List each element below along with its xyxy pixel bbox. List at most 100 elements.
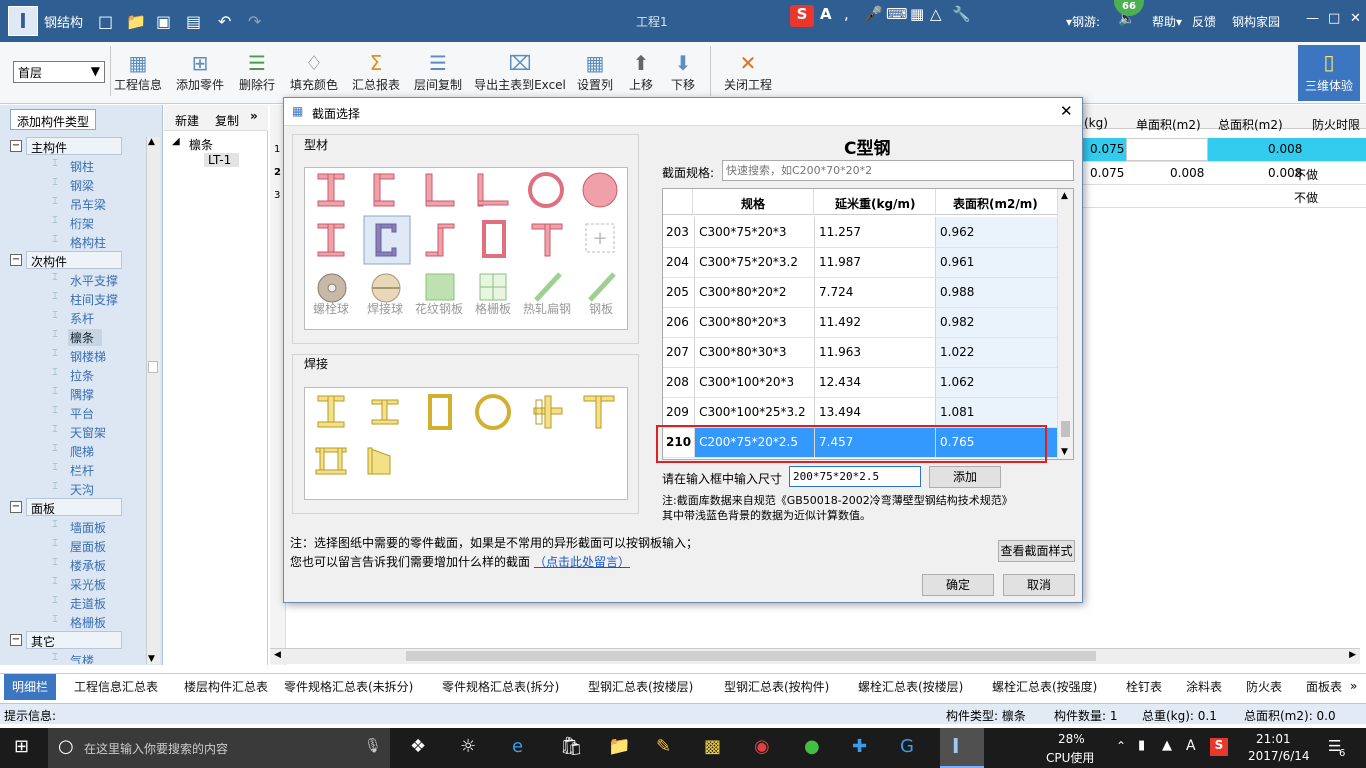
weld-tapered-shape[interactable]	[367, 447, 391, 475]
tree-root-purlin[interactable]: 檩条	[189, 136, 213, 153]
undo-icon[interactable]: ↶	[218, 12, 231, 31]
ok-button[interactable]: 确定	[922, 574, 994, 596]
wrench-icon[interactable]: 🔧	[952, 5, 971, 23]
store-icon[interactable]: 🛍	[560, 736, 583, 757]
collapse-icon[interactable]: −	[10, 634, 22, 646]
wifi-icon[interactable]: ▲	[1162, 738, 1172, 753]
custom-shape-add[interactable]: +	[585, 223, 615, 253]
tree-item[interactable]: ⌶ 拉条	[0, 365, 146, 384]
copy-button[interactable]: 复制	[215, 112, 239, 129]
steel-plate-shape[interactable]	[588, 272, 616, 302]
tree-item[interactable]: ⌶ 钢梁	[0, 175, 146, 194]
move-up-button[interactable]: ⬆ 上移	[624, 50, 658, 96]
delete-row-button[interactable]: ☰ 删除行	[236, 50, 278, 96]
tree-item[interactable]: ⌶ 走道板	[0, 593, 146, 612]
dialog-close-icon[interactable]: ✕	[1060, 102, 1073, 120]
tree-item[interactable]: ⌶ 隅撑	[0, 384, 146, 403]
scroll-down-icon[interactable]: ▼	[148, 654, 155, 664]
section-row[interactable]: 204 C300*75*20*3.2 11.987 0.961	[663, 247, 1059, 278]
new-button[interactable]: 新建	[175, 112, 199, 129]
collapse-icon[interactable]: −	[10, 254, 22, 266]
gangyou-menu[interactable]: ▾钢游:	[1066, 13, 1100, 30]
tree-item[interactable]: ⌶ 钢柱	[0, 156, 146, 175]
tree-category[interactable]: − 面板	[0, 498, 146, 517]
weld-i-shape[interactable]	[317, 395, 345, 428]
scroll-thumb[interactable]	[406, 651, 1096, 661]
leave-message-link[interactable]: （点击此处留言）	[534, 555, 630, 569]
col-header-area[interactable]: 表面积(m2/m)	[953, 195, 1038, 212]
t-steel-shape[interactable]	[531, 223, 563, 257]
windows-start-icon[interactable]: ⊞	[14, 736, 29, 757]
tree-item[interactable]: ⌶ 气楼	[0, 650, 146, 664]
grid-horizontal-scrollbar[interactable]: ◀ ▶	[270, 648, 1360, 664]
table-row[interactable]	[1082, 138, 1366, 161]
tree-item[interactable]: ⌶ 平台	[0, 403, 146, 422]
app-g-icon[interactable]: G	[900, 736, 914, 757]
tree-item[interactable]: ⌶ 吊车梁	[0, 194, 146, 213]
report-tab[interactable]: 面板表	[1298, 674, 1350, 700]
browser-360-icon[interactable]: ☼	[460, 736, 476, 757]
report-tab[interactable]: 工程信息汇总表	[66, 674, 166, 700]
file-explorer-icon[interactable]: 📁	[608, 736, 630, 757]
battery-icon[interactable]: ▮	[1138, 738, 1145, 753]
z-steel-shape[interactable]	[425, 223, 455, 257]
section-row[interactable]: 207 C300*80*30*3 11.963 1.022	[663, 337, 1059, 368]
report-tab[interactable]: 螺栓汇总表(按楼层)	[850, 674, 971, 700]
scroll-left-icon[interactable]: ◀	[274, 650, 281, 660]
section-table-scrollbar[interactable]: ▲ ▼	[1057, 189, 1073, 459]
save-icon[interactable]: ▣	[156, 12, 171, 31]
size-input[interactable]	[789, 466, 921, 487]
weld-h-shape[interactable]	[371, 399, 399, 425]
summary-report-button[interactable]: Σ 汇总报表	[350, 50, 402, 96]
collapse-icon[interactable]: ◢	[172, 136, 180, 147]
steel-app-taskbar-button[interactable]: I	[940, 728, 984, 768]
scroll-thumb[interactable]	[148, 361, 158, 373]
app-green-icon[interactable]: ●	[804, 736, 820, 757]
tree-item[interactable]: ⌶ 屋面板	[0, 536, 146, 555]
round-bar-shape[interactable]	[582, 172, 618, 208]
checker-plate-shape[interactable]	[425, 273, 455, 301]
c-steel-shape[interactable]	[363, 215, 411, 265]
tree-item[interactable]: ⌶ 天窗架	[0, 422, 146, 441]
i-beam-shape[interactable]	[317, 173, 345, 207]
tree-item[interactable]: ⌶ 栏杆	[0, 460, 146, 479]
report-tab[interactable]: 涂料表	[1178, 674, 1230, 700]
scroll-up-icon[interactable]: ▲	[1061, 191, 1068, 201]
scroll-thumb[interactable]	[1061, 421, 1070, 437]
flat-bar-shape[interactable]	[534, 272, 562, 302]
community-link[interactable]: 钢构家园	[1232, 13, 1280, 30]
rect-tube-shape[interactable]	[482, 220, 506, 258]
section-row[interactable]: 206 C300*80*20*3 11.492 0.982	[663, 307, 1059, 338]
mic-icon[interactable]: 🎤	[864, 5, 883, 23]
collapse-icon[interactable]: −	[10, 140, 22, 152]
scroll-up-icon[interactable]: ▲	[148, 137, 155, 147]
tree-item[interactable]: ⌶ 桁架	[0, 213, 146, 232]
report-tab[interactable]: 楼层构件汇总表	[176, 674, 276, 700]
weld-t-shape[interactable]	[583, 395, 615, 429]
tree-item[interactable]: ⌶ 天沟	[0, 479, 146, 498]
bolt-ball-shape[interactable]	[317, 273, 347, 303]
weld-ball-shape[interactable]	[371, 273, 401, 303]
keyboard-icon[interactable]: ⌨	[886, 5, 908, 23]
tree-item[interactable]: ⌶ 格栅板	[0, 612, 146, 631]
notes-icon[interactable]: ✎	[656, 736, 671, 757]
weld-cross-shape[interactable]	[533, 395, 563, 429]
tree-item[interactable]: ⌶ 爬梯	[0, 441, 146, 460]
ime-lang-icon[interactable]: A	[820, 5, 832, 23]
more-tabs-icon[interactable]: »	[1350, 679, 1357, 693]
pipe-shape[interactable]	[528, 172, 564, 208]
punct-icon[interactable]: ,	[844, 5, 849, 23]
angle-shape[interactable]	[425, 173, 455, 207]
add-section-button[interactable]: 添加	[929, 466, 1001, 488]
speaker-icon[interactable]: 🔈	[1118, 11, 1135, 27]
tree-item[interactable]: ⌶ 钢楼梯	[0, 346, 146, 365]
section-row[interactable]: 209 C300*100*25*3.2 13.494 1.081	[663, 397, 1059, 428]
fill-color-button[interactable]: ♢ 填充颜色	[288, 50, 340, 96]
tree-item[interactable]: ⌶ 墙面板	[0, 517, 146, 536]
taskbar-search-box[interactable]: ○ 在这里输入你要搜索的内容 🎙	[48, 728, 390, 768]
move-down-button[interactable]: ⬇ 下移	[666, 50, 700, 96]
set-columns-button[interactable]: ▦ 设置列	[574, 50, 616, 96]
app-blue-cross-icon[interactable]: ✚	[852, 736, 867, 757]
feedback-link[interactable]: 反馈	[1192, 13, 1216, 30]
report-tab[interactable]: 型钢汇总表(按构件)	[716, 674, 837, 700]
